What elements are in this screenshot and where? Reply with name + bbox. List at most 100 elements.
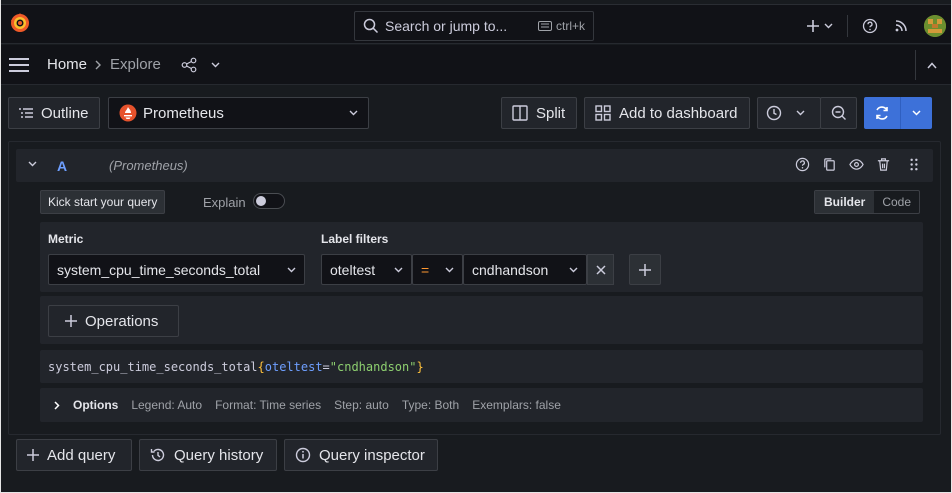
breadcrumb-current: Explore	[110, 56, 161, 73]
query-preview: system_cpu_time_seconds_total{oteltest="…	[48, 360, 424, 374]
drag-handle-icon[interactable]	[909, 157, 919, 172]
explain-label: Explain	[203, 195, 246, 210]
chevron-down-icon[interactable]	[901, 110, 932, 116]
chevron-up-icon	[926, 61, 937, 69]
code-mode-button[interactable]: Code	[874, 191, 919, 213]
close-icon	[595, 264, 606, 275]
metric-select[interactable]: system_cpu_time_seconds_total	[48, 254, 305, 285]
grafana-logo-icon[interactable]	[8, 11, 32, 35]
outline-label: Outline	[41, 104, 89, 122]
label-filters-label: Label filters	[321, 232, 389, 246]
toggle-knob	[256, 196, 266, 206]
refresh-icon[interactable]	[864, 105, 900, 121]
zoom-out-button[interactable]	[820, 97, 857, 129]
chevron-down-icon	[796, 110, 805, 116]
label-key-value: oteltest	[330, 261, 376, 278]
preview-equals: =	[322, 360, 330, 374]
chevron-right-icon	[54, 400, 60, 410]
chevron-down-icon	[349, 110, 358, 116]
new-menu-button[interactable]	[798, 11, 841, 41]
remove-filter-button[interactable]	[587, 254, 614, 285]
plus-icon	[806, 19, 820, 33]
breadcrumb-home[interactable]: Home	[47, 56, 87, 73]
time-picker-button[interactable]	[757, 97, 821, 129]
options-title: Options	[73, 398, 119, 412]
shortcut-label: ctrl+k	[555, 19, 585, 33]
split-button[interactable]: Split	[501, 97, 577, 129]
eye-icon[interactable]	[849, 157, 864, 172]
option-exemplars: Exemplars: false	[472, 398, 561, 412]
options-row[interactable]: Options Legend: Auto Format: Time series…	[54, 398, 561, 412]
query-history-label: Query history	[174, 446, 264, 464]
collapse-button[interactable]	[915, 50, 947, 80]
option-legend: Legend: Auto	[131, 398, 203, 412]
split-label: Split	[536, 104, 566, 122]
operations-label: Operations	[85, 312, 159, 330]
chevron-down-icon	[569, 267, 578, 273]
builder-mode-button[interactable]: Builder	[815, 191, 875, 213]
query-inspector-button[interactable]: Query inspector	[284, 439, 438, 471]
help-icon[interactable]	[795, 157, 810, 172]
option-format: Format: Time series	[215, 398, 322, 412]
search-input[interactable]: Search or jump to... ctrl+k	[354, 11, 594, 41]
preview-label-key: oteltest	[264, 360, 323, 374]
prometheus-icon	[119, 104, 137, 122]
news-button[interactable]	[886, 11, 916, 41]
label-operator-select[interactable]: =	[412, 254, 463, 285]
query-history-button[interactable]: Query history	[139, 439, 277, 471]
chevron-down-icon[interactable]	[211, 62, 220, 68]
help-icon	[862, 18, 878, 34]
explain-toggle[interactable]	[253, 193, 285, 209]
chevron-down-icon	[824, 23, 833, 29]
operations-button[interactable]: Operations	[48, 305, 179, 337]
preview-brace-open: {	[257, 360, 265, 374]
share-icon[interactable]	[181, 57, 197, 73]
search-icon	[363, 18, 379, 34]
run-query-button[interactable]	[864, 97, 932, 129]
query-inspector-label: Query inspector	[319, 446, 425, 464]
chevron-down-icon	[445, 267, 454, 273]
help-button[interactable]	[854, 11, 886, 41]
copy-icon[interactable]	[822, 157, 837, 172]
zoom-out-icon	[831, 105, 847, 121]
dashboard-icon	[595, 105, 611, 121]
query-datasource: (Prometheus)	[109, 158, 188, 173]
option-type: Type: Both	[401, 398, 460, 412]
keyboard-icon	[537, 21, 552, 31]
info-icon	[295, 447, 311, 463]
datasource-picker[interactable]: Prometheus	[108, 97, 369, 129]
trash-icon[interactable]	[876, 157, 891, 172]
add-to-dashboard-button[interactable]: Add to dashboard	[584, 97, 750, 129]
option-step: Step: auto	[334, 398, 389, 412]
kick-start-button[interactable]: Kick start your query	[40, 190, 166, 214]
preview-label-value: "cndhandson"	[329, 360, 417, 374]
search-placeholder: Search or jump to...	[385, 18, 508, 34]
label-key-select[interactable]: oteltest	[321, 254, 412, 285]
query-ref-id[interactable]: A	[57, 158, 67, 174]
breadcrumb: Home Explore	[47, 56, 220, 73]
plus-icon	[639, 263, 651, 276]
top-bar: Search or jump to... ctrl+k	[0, 4, 952, 44]
shortcut-hint: ctrl+k	[537, 19, 585, 33]
menu-button[interactable]	[8, 56, 30, 74]
preview-brace-close: }	[416, 360, 424, 374]
editor-mode-switch: Builder Code	[814, 190, 921, 214]
add-to-dashboard-label: Add to dashboard	[619, 104, 738, 122]
plus-icon	[27, 449, 39, 461]
add-query-button[interactable]: Add query	[16, 439, 132, 471]
outline-button[interactable]: Outline	[8, 97, 100, 129]
rss-icon	[894, 19, 908, 33]
outline-icon	[19, 107, 33, 119]
query-row-header: A (Prometheus)	[16, 149, 933, 182]
add-query-label: Add query	[47, 446, 116, 464]
add-filter-button[interactable]	[629, 254, 661, 285]
metric-value: system_cpu_time_seconds_total	[57, 261, 261, 278]
label-value: cndhandson	[472, 261, 549, 278]
clock-icon	[766, 105, 782, 121]
preview-metric: system_cpu_time_seconds_total	[48, 360, 258, 374]
label-value-select[interactable]: cndhandson	[463, 254, 587, 285]
chevron-down-icon[interactable]	[28, 161, 37, 167]
chevron-right-icon	[95, 60, 102, 70]
breadcrumb-bar: Home Explore	[0, 45, 952, 85]
user-avatar[interactable]	[924, 15, 946, 37]
